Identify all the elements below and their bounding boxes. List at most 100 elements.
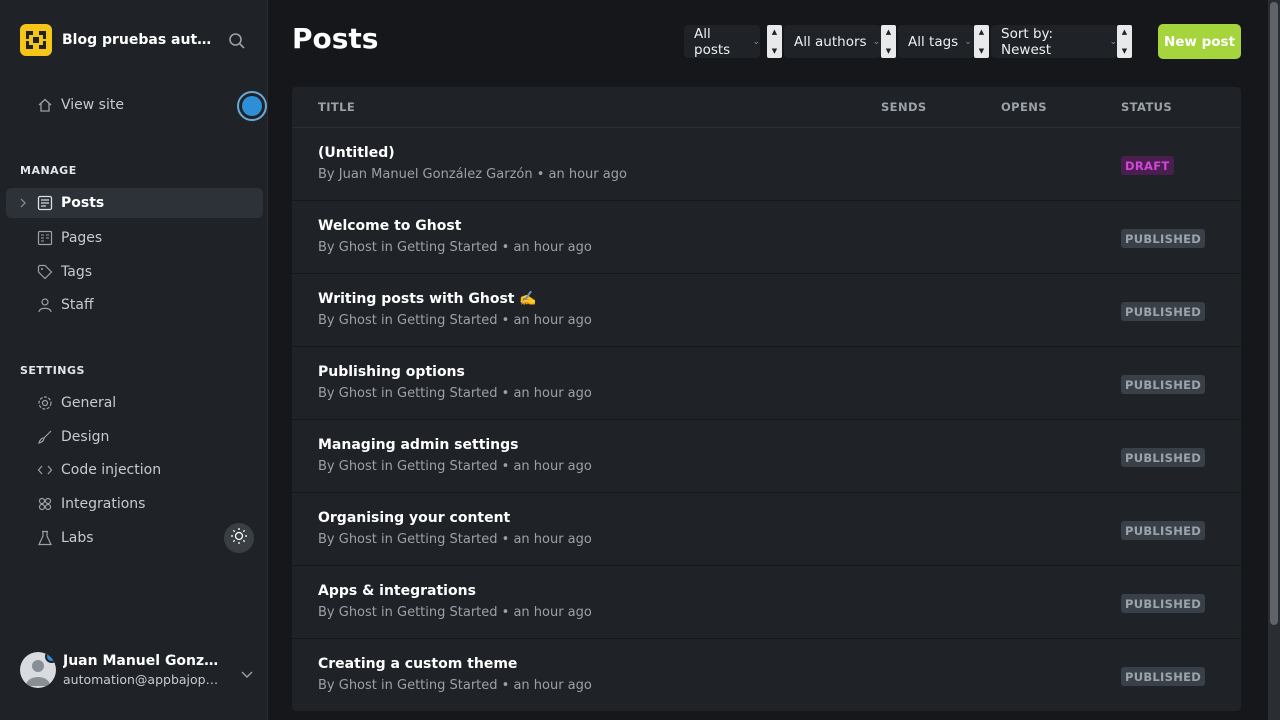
filter-tags[interactable]: All tags ⌄: [898, 25, 974, 58]
status-badge: PUBLISHED: [1121, 667, 1206, 686]
sidebar-item-tags[interactable]: Tags: [6, 257, 263, 287]
sidebar-item-posts[interactable]: Posts: [6, 188, 263, 218]
post-title: Welcome to Ghost: [318, 218, 462, 234]
page-title: Posts: [292, 22, 379, 55]
status-badge: PUBLISHED: [1121, 375, 1206, 394]
sidebar-item-label: General: [61, 395, 117, 411]
sidebar-item-label: Tags: [61, 264, 92, 280]
post-meta: By Juan Manuel González Garzón • an hour…: [318, 167, 627, 182]
table-row[interactable]: Apps & integrations By Ghost in Getting …: [292, 566, 1241, 639]
table-row[interactable]: Creating a custom theme By Ghost in Gett…: [292, 639, 1241, 711]
user-email: automation@appbajopru...: [63, 672, 223, 687]
sort-select-spinner[interactable]: ▲ ▼: [1117, 25, 1132, 58]
post-meta: By Ghost in Getting Started • an hour ag…: [318, 240, 592, 255]
sidebar-item-design[interactable]: Design: [6, 422, 263, 452]
brand[interactable]: Blog pruebas auto...: [20, 24, 256, 56]
view-site-link[interactable]: View site: [6, 90, 263, 120]
app: Blog pruebas auto... View site MANAGE Po…: [0, 0, 1280, 720]
post-title: Writing posts with Ghost ✍️: [318, 291, 537, 307]
post-title: (Untitled): [318, 145, 395, 161]
post-meta: By Ghost in Getting Started • an hour ag…: [318, 678, 592, 693]
sidebar-item-label: Code injection: [61, 462, 162, 478]
filter-authors[interactable]: All authors ⌄: [784, 25, 881, 58]
view-site-label: View site: [61, 97, 124, 113]
search-icon[interactable]: [228, 32, 246, 50]
avatar: [20, 652, 56, 688]
posts-table: TITLE SENDS OPENS STATUS (Untitled) By J…: [292, 87, 1241, 711]
chevron-down-icon: ⌄: [1109, 36, 1117, 47]
user-menu[interactable]: Juan Manuel Gonzále... automation@appbaj…: [20, 648, 260, 692]
chevron-down-icon: ⌄: [752, 36, 760, 47]
filter-post-type-value: All posts: [694, 25, 731, 58]
post-title: Apps & integrations: [318, 583, 476, 599]
pages-icon: [36, 230, 53, 247]
status-badge: DRAFT: [1121, 156, 1174, 175]
sidebar-item-integrations[interactable]: Integrations: [6, 489, 263, 519]
table-row[interactable]: Writing posts with Ghost ✍️ By Ghost in …: [292, 274, 1241, 347]
scrollbar[interactable]: [1268, 0, 1280, 720]
sidebar-item-general[interactable]: General: [6, 388, 263, 418]
chevron-right-icon[interactable]: [19, 197, 27, 209]
sidebar-item-staff[interactable]: Staff: [6, 290, 263, 320]
sidebar-item-label: Staff: [61, 297, 94, 313]
notification-badge: [45, 652, 56, 663]
post-meta: By Ghost in Getting Started • an hour ag…: [318, 605, 592, 620]
filter-tags-value: All tags: [908, 33, 959, 50]
status-badge: PUBLISHED: [1121, 448, 1206, 467]
chevron-down-icon[interactable]: [240, 664, 254, 678]
post-meta: By Ghost in Getting Started • an hour ag…: [318, 386, 592, 401]
column-header-sends[interactable]: SENDS: [881, 100, 927, 114]
status-badge: PUBLISHED: [1121, 594, 1206, 613]
user-name: Juan Manuel Gonzále...: [63, 653, 223, 669]
manage-section-label: MANAGE: [20, 164, 77, 177]
table-header: TITLE SENDS OPENS STATUS: [292, 87, 1241, 128]
filter-authors-value: All authors: [794, 33, 867, 50]
table-row[interactable]: Publishing options By Ghost in Getting S…: [292, 347, 1241, 420]
staff-icon: [36, 297, 53, 314]
sort-select-value: Sort by: Newest: [1001, 25, 1054, 58]
post-title: Organising your content: [318, 510, 511, 526]
notification-indicator[interactable]: [237, 91, 267, 121]
sidebar-item-label: Posts: [61, 195, 105, 211]
status-badge: PUBLISHED: [1121, 302, 1206, 321]
posts-icon: [36, 195, 53, 212]
filter-post-type[interactable]: All posts ⌄: [684, 25, 760, 58]
filter-post-type-spinner[interactable]: ▲ ▼: [767, 25, 782, 58]
table-row[interactable]: Organising your content By Ghost in Gett…: [292, 493, 1241, 566]
main-content: Posts All posts ⌄ ▲ ▼ All authors ⌄ ▲ ▼ All …: [268, 0, 1280, 720]
chevron-down-icon: ⌄: [872, 36, 881, 47]
sort-select[interactable]: Sort by: Newest ⌄: [991, 25, 1117, 58]
flask-icon: [36, 530, 53, 547]
post-meta: By Ghost in Getting Started • an hour ag…: [318, 313, 592, 328]
sun-icon: [230, 527, 248, 549]
table-row[interactable]: (Untitled) By Juan Manuel González Garzó…: [292, 128, 1241, 201]
new-post-button[interactable]: New post: [1158, 24, 1241, 59]
sidebar-item-label: Labs: [61, 530, 94, 546]
column-header-opens[interactable]: OPENS: [1001, 100, 1047, 114]
column-header-status[interactable]: STATUS: [1121, 100, 1172, 114]
gear-icon: [36, 395, 53, 412]
brush-icon: [36, 429, 53, 446]
post-title: Publishing options: [318, 364, 465, 380]
table-row[interactable]: Managing admin settings By Ghost in Gett…: [292, 420, 1241, 493]
sidebar-item-label: Design: [61, 429, 110, 445]
chevron-down-icon: ⌄: [964, 36, 972, 47]
tag-icon: [36, 264, 53, 281]
sidebar-item-pages[interactable]: Pages: [6, 223, 263, 253]
column-header-title[interactable]: TITLE: [318, 100, 355, 114]
scrollbar-thumb[interactable]: [1270, 2, 1278, 625]
settings-section-label: SETTINGS: [20, 364, 85, 377]
table-row[interactable]: Welcome to Ghost By Ghost in Getting Sta…: [292, 201, 1241, 274]
post-title: Managing admin settings: [318, 437, 519, 453]
theme-toggle[interactable]: [224, 523, 254, 553]
status-badge: PUBLISHED: [1121, 521, 1206, 540]
integrations-icon: [36, 496, 53, 513]
sidebar-item-code-injection[interactable]: Code injection: [6, 455, 263, 485]
sidebar-item-label: Integrations: [61, 496, 146, 512]
filter-tags-spinner[interactable]: ▲ ▼: [974, 25, 989, 58]
sidebar-item-label: Pages: [61, 230, 103, 246]
filter-authors-spinner[interactable]: ▲ ▼: [881, 25, 896, 58]
brand-title: Blog pruebas auto...: [62, 32, 214, 48]
post-meta: By Ghost in Getting Started • an hour ag…: [318, 459, 592, 474]
post-meta: By Ghost in Getting Started • an hour ag…: [318, 532, 592, 547]
